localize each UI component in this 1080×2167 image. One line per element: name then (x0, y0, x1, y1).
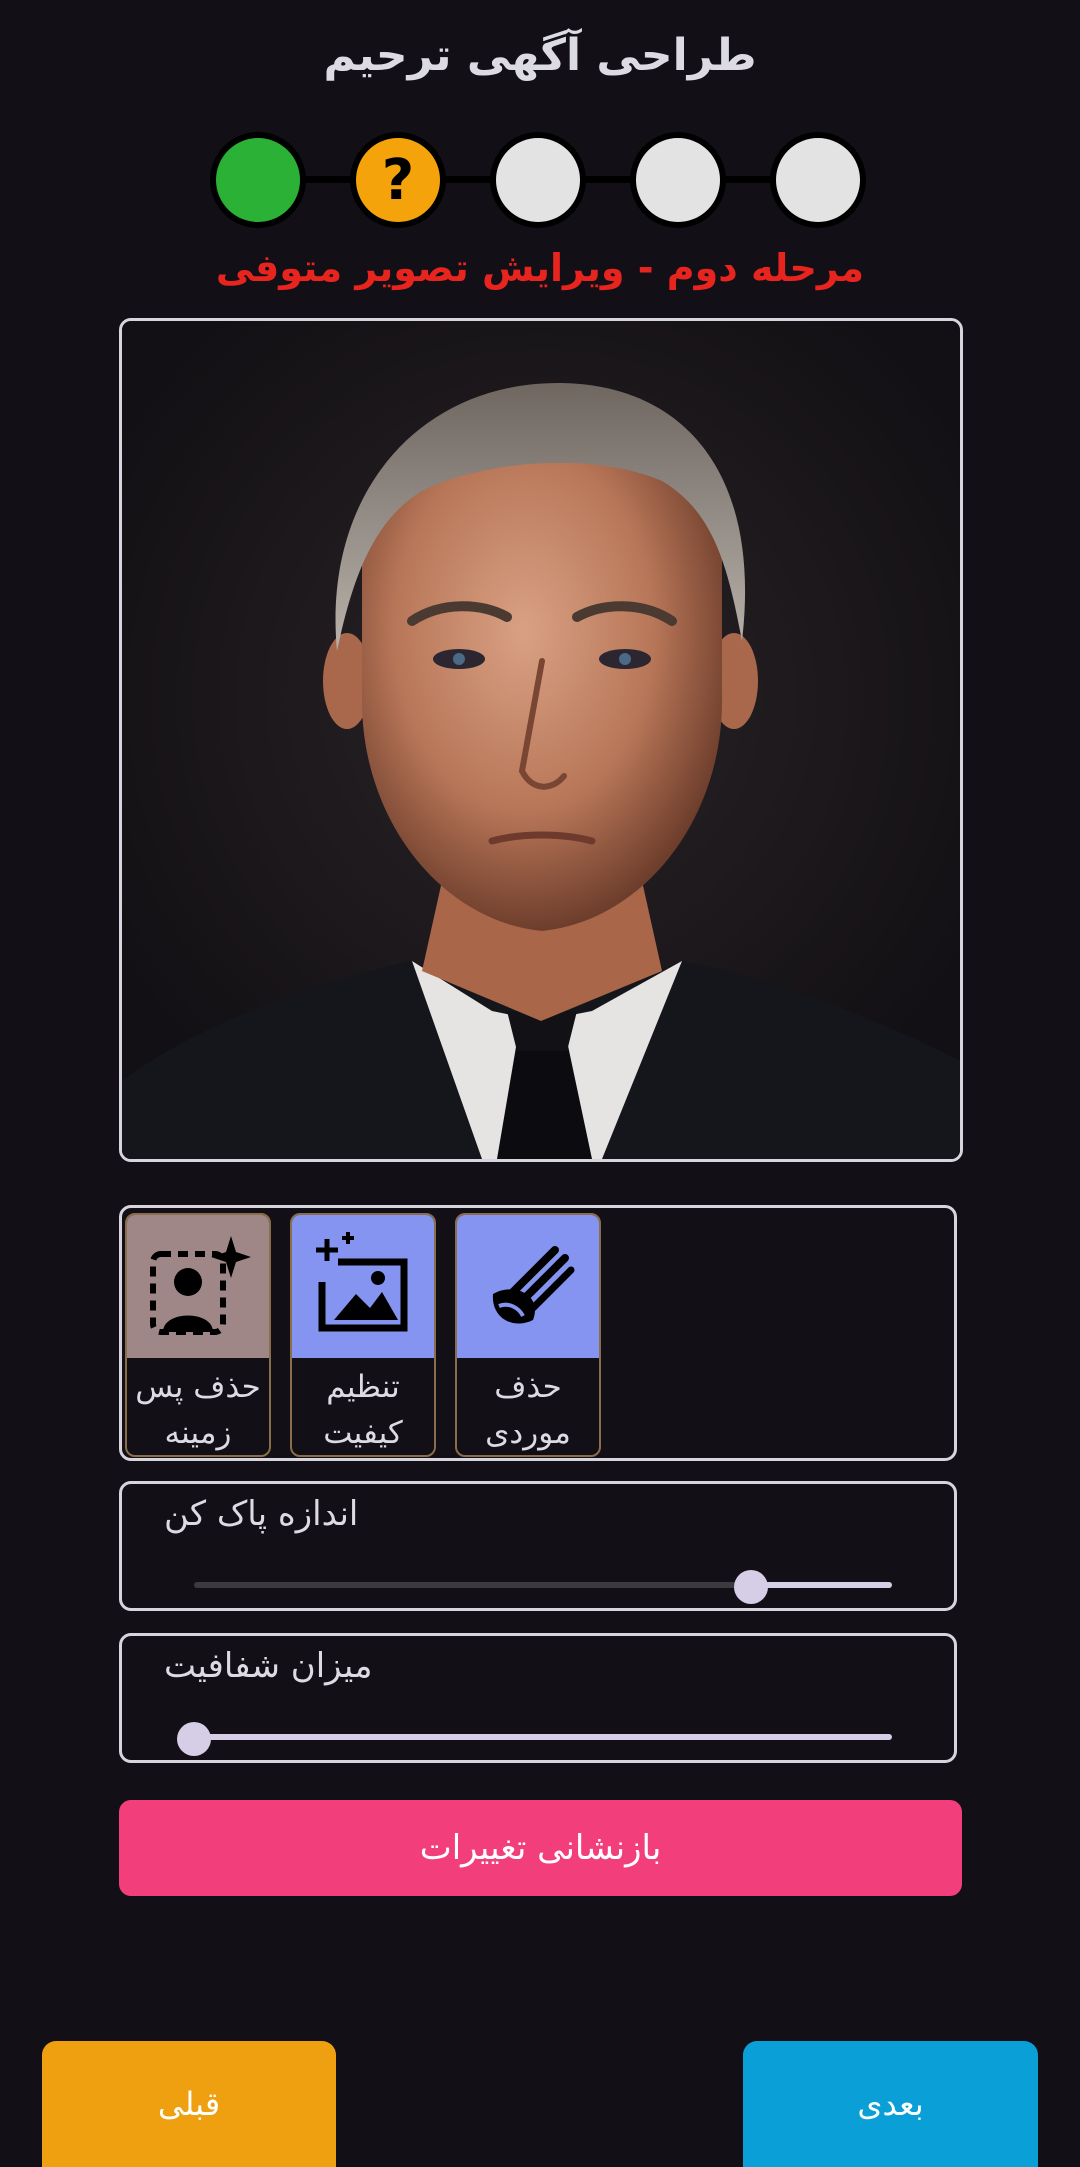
portrait-photo (122, 321, 960, 1159)
enhance-quality-icon (292, 1215, 434, 1358)
eraser-size-slider-box: اندازه پاک کن (119, 1481, 957, 1611)
step-subtitle: مرحله دوم - ویرایش تصویر متوفی (215, 246, 865, 290)
object-eraser-label: حذف موردی (485, 1369, 571, 1451)
enhance-quality-tool[interactable]: تنظیم کیفیت (290, 1213, 436, 1457)
opacity-slider-box: میزان شفافیت (119, 1633, 957, 1763)
enhance-quality-label: تنظیم کیفیت (323, 1369, 403, 1451)
question-mark-icon: ? (381, 147, 415, 213)
reset-changes-button[interactable]: بازنشانی تغییرات (119, 1800, 962, 1896)
eraser-brush-icon (457, 1215, 599, 1358)
previous-button[interactable]: قبلی (42, 2041, 336, 2167)
edit-tools-panel: حذف پس زمینه تنظیم کیفیت حذف موردی (119, 1205, 957, 1461)
opacity-track[interactable] (194, 1734, 892, 1740)
next-button[interactable]: بعدی (743, 2041, 1038, 2167)
object-eraser-tool[interactable]: حذف موردی (455, 1213, 601, 1457)
step-3 (490, 132, 586, 228)
opacity-label: میزان شفافیت (164, 1646, 373, 1686)
remove-background-icon (127, 1215, 269, 1358)
eraser-size-thumb[interactable] (734, 1570, 768, 1604)
deceased-photo-canvas[interactable] (119, 318, 963, 1162)
page-title: طراحی آگهی ترحیم (323, 30, 757, 81)
eraser-size-label: اندازه پاک کن (164, 1494, 359, 1534)
eraser-size-fill (752, 1582, 892, 1588)
progress-stepper: ? (210, 132, 870, 228)
step-2-current: ? (350, 132, 446, 228)
remove-background-tool[interactable]: حذف پس زمینه (125, 1213, 271, 1457)
step-4 (630, 132, 726, 228)
opacity-thumb[interactable] (177, 1722, 211, 1756)
step-1 (210, 132, 306, 228)
remove-background-label: حذف پس زمینه (135, 1369, 261, 1451)
step-5 (770, 132, 866, 228)
